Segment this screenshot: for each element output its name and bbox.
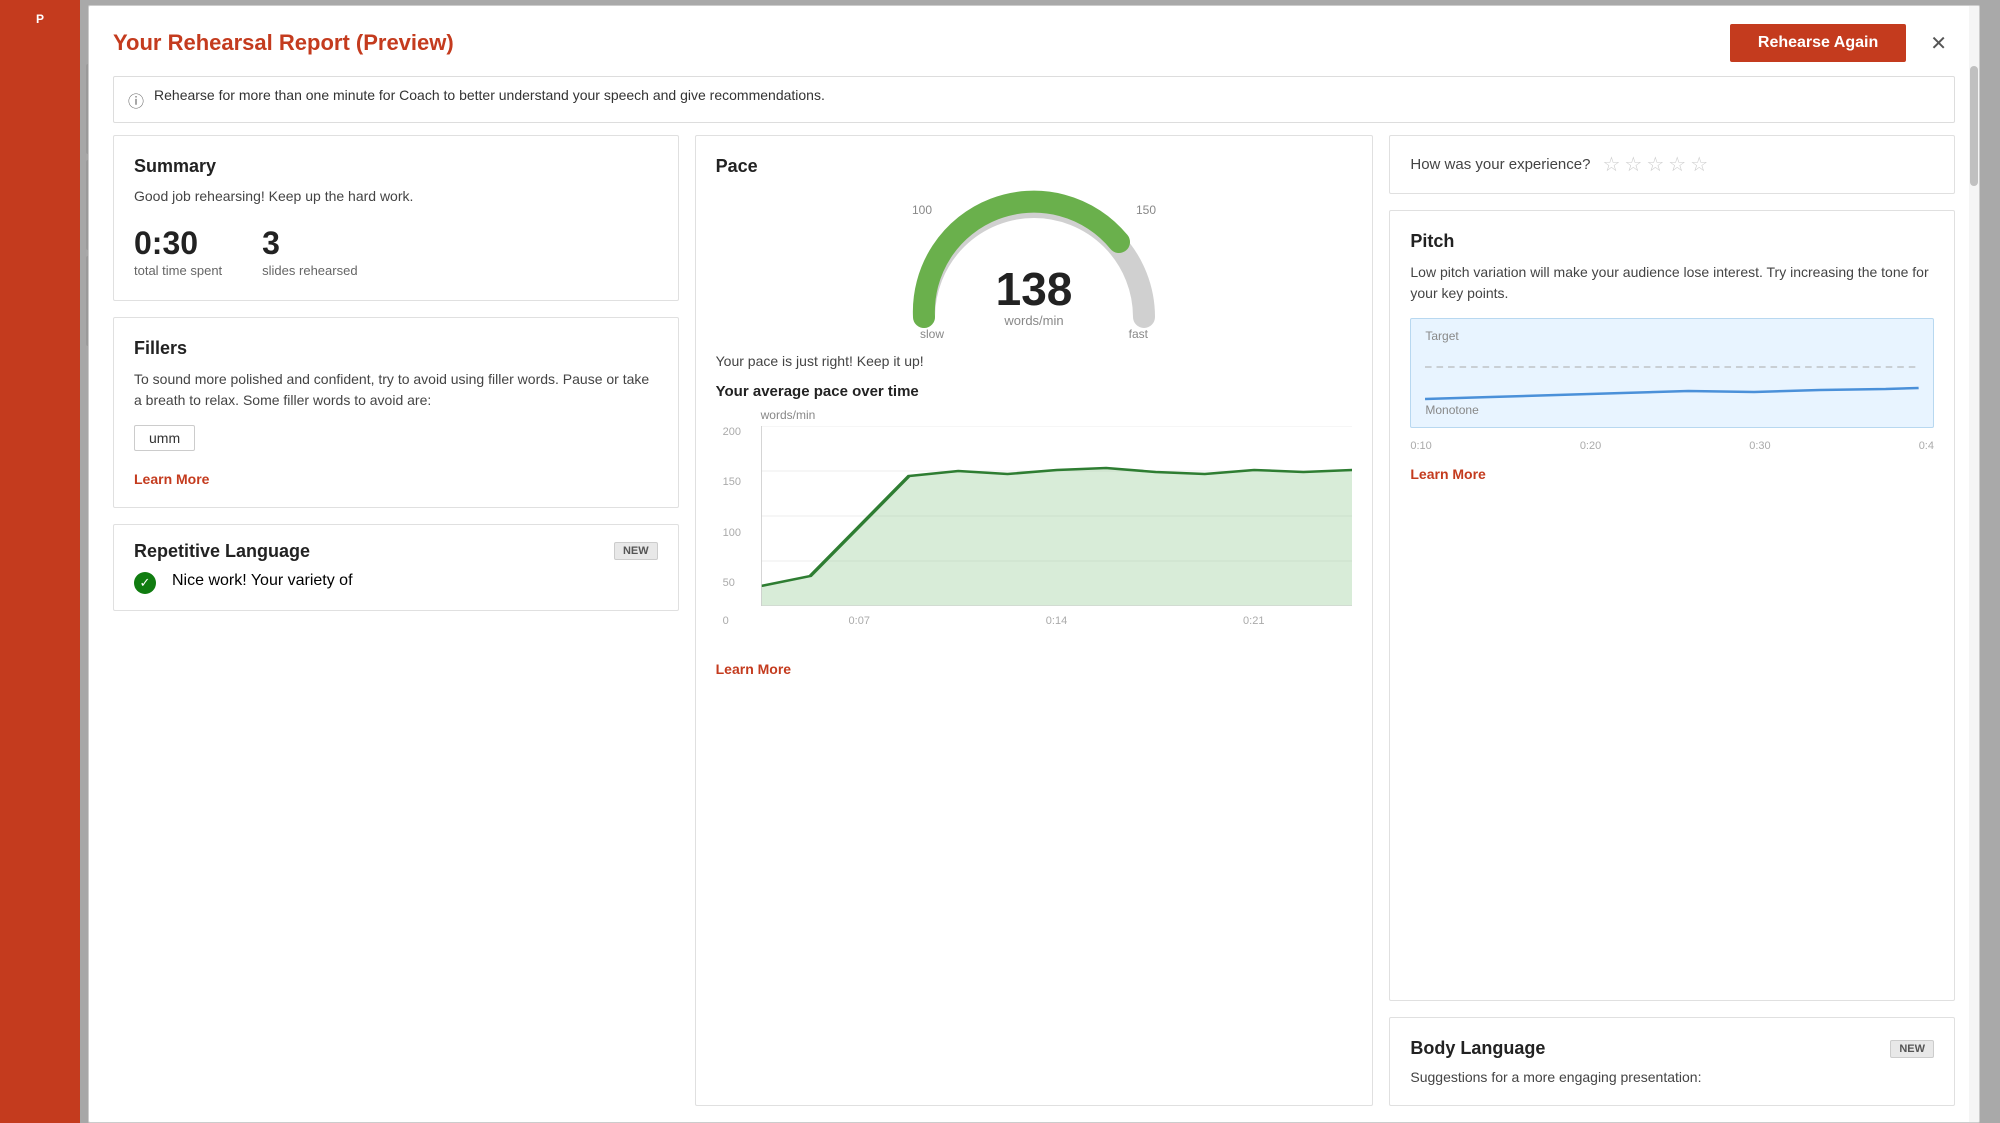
y-0: 0: [723, 615, 729, 627]
pitch-x-labels: 0:10 0:20 0:30 0:4: [1410, 438, 1934, 460]
pace-learn-more-link[interactable]: Learn More: [716, 661, 1353, 677]
time-stat: 0:30 total time spent: [134, 225, 222, 280]
pitch-x-0-40: 0:4: [1919, 440, 1934, 452]
summary-title: Summary: [134, 156, 658, 177]
scrollbar-track: [1969, 6, 1979, 1122]
modal-title: Your Rehearsal Report (Preview): [113, 30, 454, 56]
left-column: Summary Good job rehearsing! Keep up the…: [113, 135, 679, 1106]
y-200: 200: [723, 426, 741, 438]
pitch-learn-more-link[interactable]: Learn More: [1410, 466, 1934, 482]
body-lang-badge: NEW: [1890, 1040, 1934, 1058]
star-3[interactable]: ☆: [1646, 152, 1664, 177]
summary-card: Summary Good job rehearsing! Keep up the…: [113, 135, 679, 301]
time-value: 0:30: [134, 225, 222, 262]
body-language-card: Body Language NEW Suggestions for a more…: [1389, 1017, 1955, 1106]
pace-feedback: Your pace is just right! Keep it up!: [716, 353, 1353, 369]
pitch-chart-svg: [1425, 347, 1919, 417]
body-lang-text: Suggestions for a more engaging presenta…: [1410, 1069, 1934, 1085]
stars-container[interactable]: ☆ ☆ ☆ ☆ ☆: [1602, 152, 1708, 177]
pitch-target-label: Target: [1425, 329, 1919, 343]
y-50: 50: [723, 577, 735, 589]
gauge-svg: 138 words/min: [904, 187, 1164, 332]
chart-section-title: Your average pace over time: [716, 383, 1353, 400]
pitch-x-0-10: 0:10: [1410, 440, 1431, 452]
top-cards-row: Summary Good job rehearsing! Keep up the…: [89, 135, 1979, 1122]
pitch-title: Pitch: [1410, 231, 1934, 252]
info-text: Rehearse for more than one minute for Co…: [154, 87, 825, 103]
pitch-x-0-30: 0:30: [1749, 440, 1770, 452]
gauge-label-100: 100: [912, 203, 932, 217]
slides-value: 3: [262, 225, 357, 262]
chart-x-labels: 0:07 0:14 0:21: [761, 611, 1353, 627]
x-label-021: 0:21: [1243, 615, 1264, 627]
check-icon: ✓: [134, 572, 156, 594]
fillers-text: To sound more polished and confident, tr…: [134, 369, 658, 411]
slides-label: slides rehearsed: [262, 263, 357, 278]
gauge-label-150: 150: [1136, 203, 1156, 217]
filler-word-badge: umm: [134, 425, 195, 451]
rep-lang-content: ✓ Nice work! Your variety of: [134, 572, 658, 594]
rep-lang-badge: NEW: [614, 542, 658, 560]
body-lang-header: Body Language NEW: [1410, 1038, 1934, 1059]
info-banner: ⓘ Rehearse for more than one minute for …: [113, 76, 1955, 123]
repetitive-language-card: Repetitive Language NEW ✓ Nice work! You…: [113, 524, 679, 611]
time-label: total time spent: [134, 263, 222, 278]
pitch-x-0-20: 0:20: [1580, 440, 1601, 452]
pitch-monotone-label: Monotone: [1425, 403, 1478, 417]
modal-header-right: Rehearse Again ✕: [1730, 24, 1955, 62]
rating-text: How was your experience?: [1410, 156, 1590, 173]
sidebar: P: [0, 0, 80, 1123]
pitch-text: Low pitch variation will make your audie…: [1410, 262, 1934, 304]
chart-y-label: words/min: [761, 408, 1353, 422]
scrollbar-thumb[interactable]: [1970, 66, 1978, 186]
star-4[interactable]: ☆: [1668, 152, 1686, 177]
slides-stat: 3 slides rehearsed: [262, 225, 357, 280]
sidebar-logo: P: [0, 0, 80, 38]
pitch-chart: Target Monotone: [1410, 318, 1934, 428]
rep-lang-feedback: Nice work! Your variety of: [172, 572, 353, 590]
body-lang-title: Body Language: [1410, 1038, 1545, 1059]
pace-card: Pace 100 150 138 words/min: [695, 135, 1374, 1106]
gauge-slow-label: slow: [920, 327, 944, 341]
modal-header: Your Rehearsal Report (Preview) Rehearse…: [89, 6, 1979, 76]
summary-feedback: Good job rehearsing! Keep up the hard wo…: [134, 187, 658, 207]
svg-text:words/min: words/min: [1003, 313, 1063, 328]
chart-area: 200 150 100 50 0: [761, 426, 1353, 627]
fillers-title: Fillers: [134, 338, 658, 359]
rehearsal-report-modal: Your Rehearsal Report (Preview) Rehearse…: [88, 5, 1980, 1123]
close-button[interactable]: ✕: [1922, 27, 1955, 60]
pitch-card: Pitch Low pitch variation will make your…: [1389, 210, 1955, 1001]
y-150: 150: [723, 476, 741, 488]
fillers-learn-more-link[interactable]: Learn More: [134, 471, 658, 487]
summary-stats: 0:30 total time spent 3 slides rehearsed: [134, 225, 658, 280]
x-label-014: 0:14: [1046, 615, 1067, 627]
star-2[interactable]: ☆: [1624, 152, 1642, 177]
fillers-card: Fillers To sound more polished and confi…: [113, 317, 679, 508]
svg-text:138: 138: [996, 263, 1073, 315]
rep-lang-header: Repetitive Language NEW: [134, 541, 658, 562]
star-1[interactable]: ☆: [1602, 152, 1620, 177]
x-label-007: 0:07: [849, 615, 870, 627]
y-100: 100: [723, 527, 741, 539]
star-5[interactable]: ☆: [1690, 152, 1708, 177]
app-background: P Beginning Your Rehearsal Report (Previ…: [0, 0, 2000, 1123]
info-icon: ⓘ: [128, 88, 144, 112]
rating-card: How was your experience? ☆ ☆ ☆ ☆ ☆: [1389, 135, 1955, 194]
rep-lang-title: Repetitive Language: [134, 541, 310, 562]
pace-chart-svg: [761, 426, 1353, 606]
rehearse-again-button[interactable]: Rehearse Again: [1730, 24, 1906, 62]
gauge-fast-label: fast: [1129, 327, 1148, 341]
pace-title: Pace: [716, 156, 1353, 177]
chart-wrapper: words/min 200 150 100 50 0: [716, 408, 1353, 651]
right-column: How was your experience? ☆ ☆ ☆ ☆ ☆ Pitch…: [1389, 135, 1955, 1106]
pace-gauge-container: 100 150 138 words/min slow fast: [904, 187, 1164, 341]
